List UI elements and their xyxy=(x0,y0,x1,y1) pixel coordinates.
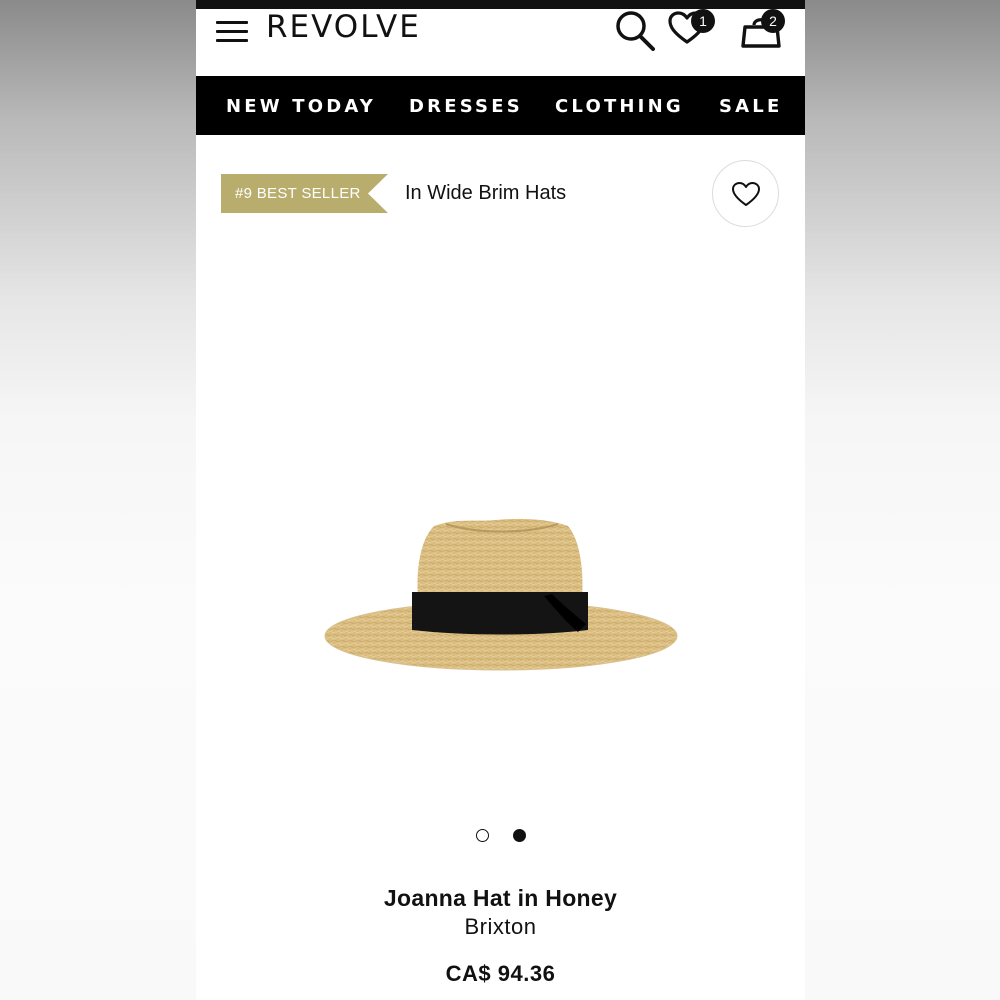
bag-count-badge: 2 xyxy=(761,9,785,33)
category-nav: NEW TODAY DRESSES CLOTHING SALE xyxy=(196,76,805,135)
add-to-wishlist-button[interactable] xyxy=(712,160,779,227)
site-header: REVOLVE 1 2 xyxy=(196,9,805,76)
carousel-dots xyxy=(196,829,805,845)
product-brand[interactable]: Brixton xyxy=(196,912,805,942)
nav-clothing[interactable]: CLOTHING xyxy=(555,76,684,135)
best-seller-label: #9 BEST SELLER xyxy=(235,185,361,202)
heart-icon xyxy=(732,182,760,206)
product-price: CA$ 94.36 xyxy=(445,961,556,986)
carousel-dot-2[interactable] xyxy=(513,829,526,842)
carousel-dot-1[interactable] xyxy=(476,829,489,842)
nav-dresses[interactable]: DRESSES xyxy=(409,76,523,135)
search-icon[interactable] xyxy=(614,9,656,51)
category-link[interactable]: In Wide Brim Hats xyxy=(405,178,566,208)
product-title: Joanna Hat in Honey xyxy=(383,885,618,911)
nav-sale[interactable]: SALE xyxy=(719,76,782,135)
site-logo[interactable]: REVOLVE xyxy=(266,9,421,45)
wishlist-count-badge: 1 xyxy=(691,9,715,33)
product-page: REVOLVE 1 2 NEW TODAY DRESSES CLOTHING S… xyxy=(196,0,805,1000)
menu-icon[interactable] xyxy=(216,21,248,43)
product-image[interactable] xyxy=(316,500,686,690)
nav-new-today[interactable]: NEW TODAY xyxy=(226,76,376,135)
top-strip xyxy=(196,0,805,9)
